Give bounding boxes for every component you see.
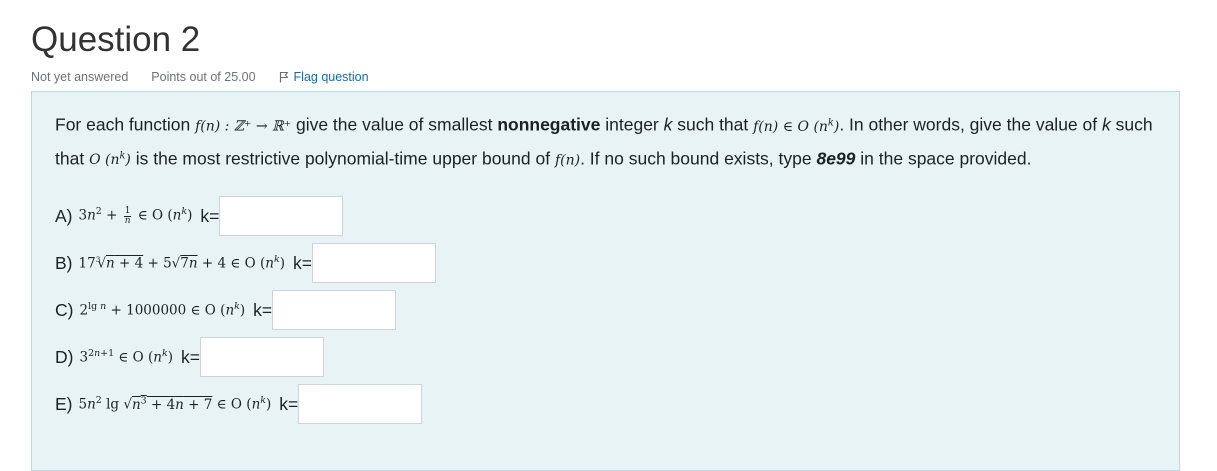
part-d-label: D) — [55, 346, 74, 367]
part-b-row: B) 173√n + 4 + 5√7n + 4 ∈ O (nk) k= — [55, 243, 436, 283]
part-e-expression: 5n2 lg √n3 + 4n + 7 ∈ O (nk) — [78, 395, 272, 413]
prompt-text: . In other words, give the value of — [839, 114, 1102, 135]
question-info: Not yet answered Points out of 25.00 Fla… — [31, 70, 369, 84]
prompt-bold: nonnegative — [497, 114, 601, 135]
prompt-text: in the space provided. — [855, 148, 1032, 169]
part-a-row: A) 3n2 + 1n ∈ O (nk) k= — [55, 196, 344, 236]
prompt-text: give the value of smallest — [291, 114, 498, 135]
flag-question-label: Flag question — [293, 70, 369, 84]
part-c-label: C) — [55, 299, 74, 320]
prompt-text: integer — [600, 114, 664, 135]
part-b-label: B) — [55, 252, 73, 273]
part-a-answer-input[interactable] — [219, 196, 344, 236]
part-b-expression: 173√n + 4 + 5√7n + 4 ∈ O (nk) — [78, 254, 285, 272]
part-e-answer-input[interactable] — [298, 384, 423, 424]
prompt-text: is the most restrictive polynomial-time … — [130, 148, 555, 169]
question-grade: Points out of 25.00 — [151, 70, 256, 84]
part-a-k-label: k= — [200, 205, 220, 226]
question-text: For each function f(n) : ℤ⁺ → ℝ⁺ give th… — [55, 108, 1165, 175]
function-mapping: f(n) : ℤ⁺ → ℝ⁺ — [195, 118, 292, 135]
flag-question-link[interactable]: Flag question — [279, 70, 369, 84]
part-d-answer-input[interactable] — [199, 337, 324, 377]
part-e-row: E) 5n2 lg √n3 + 4n + 7 ∈ O (nk) k= — [55, 384, 423, 424]
part-a-expression: 3n2 + 1n ∈ O (nk) — [78, 205, 193, 226]
big-o-nk: O (nk) — [89, 150, 131, 169]
question-title: Question 2 — [31, 20, 201, 59]
part-d-row: D) 32n+1 ∈ O (nk) k= — [55, 337, 324, 377]
part-b-answer-input[interactable] — [311, 243, 436, 283]
f-of-n: f(n) — [554, 152, 581, 169]
part-c-answer-input[interactable] — [272, 290, 397, 330]
prompt-text: . If no such bound exists, type — [580, 148, 817, 169]
part-b-k-label: k= — [292, 252, 312, 273]
k-variable: k — [1101, 114, 1111, 135]
flag-icon — [279, 71, 288, 83]
part-a-label: A) — [55, 205, 73, 226]
part-e-label: E) — [55, 393, 73, 414]
question-state: Not yet answered — [31, 70, 129, 84]
part-e-k-label: k= — [279, 393, 299, 414]
part-c-row: C) 2lg n + 1000000 ∈ O (nk) k= — [55, 290, 397, 330]
part-c-k-label: k= — [253, 299, 273, 320]
question-formulation: For each function f(n) : ℤ⁺ → ℝ⁺ give th… — [31, 91, 1180, 471]
part-c-expression: 2lg n + 1000000 ∈ O (nk) — [79, 301, 246, 319]
part-d-k-label: k= — [181, 346, 200, 367]
big-o-condition: f(n) ∈ O (nk) — [753, 117, 840, 135]
special-value: 8e99 — [816, 148, 856, 169]
prompt-text: such that — [672, 114, 754, 135]
part-d-expression: 32n+1 ∈ O (nk) — [79, 348, 173, 366]
prompt-text: For each function — [55, 114, 196, 135]
